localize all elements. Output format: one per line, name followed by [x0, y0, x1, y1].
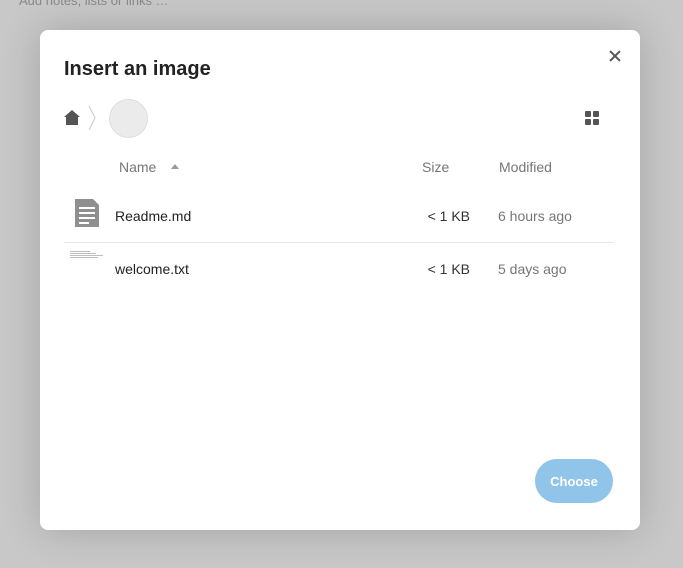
file-name: Readme.md: [115, 208, 192, 224]
text-thumbnail: [69, 249, 105, 261]
file-size: < 1 KB: [427, 208, 470, 224]
background-hint-text: Add notes, lists or links …: [19, 0, 169, 8]
close-icon[interactable]: [604, 45, 626, 67]
file-row-welcome[interactable]: welcome.txt < 1 KB 5 days ago: [64, 243, 614, 295]
file-row-readme[interactable]: Readme.md < 1 KB 6 hours ago: [64, 190, 614, 243]
sort-ascending-icon: [171, 164, 179, 169]
chevron-right-icon: [87, 105, 97, 131]
file-modified: 6 hours ago: [498, 208, 572, 224]
column-header-size[interactable]: Size: [422, 159, 449, 175]
home-icon[interactable]: [62, 108, 82, 128]
file-modified: 5 days ago: [498, 261, 567, 277]
insert-image-dialog: Insert an image Name Size Modified Readm…: [40, 30, 640, 530]
grid-view-icon[interactable]: [582, 108, 602, 128]
breadcrumb-current-folder[interactable]: [109, 99, 148, 138]
column-header-modified[interactable]: Modified: [499, 159, 552, 175]
file-size: < 1 KB: [427, 261, 470, 277]
text-file-icon: [70, 196, 104, 230]
choose-button[interactable]: Choose: [535, 459, 613, 503]
file-name: welcome.txt: [115, 261, 189, 277]
column-header-name[interactable]: Name: [119, 159, 156, 175]
dialog-title: Insert an image: [64, 58, 211, 80]
